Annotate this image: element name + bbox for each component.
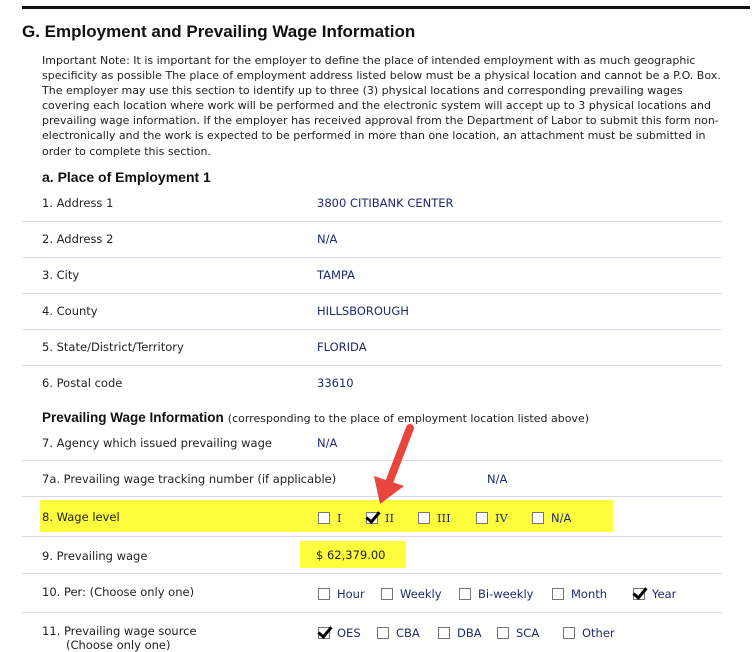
option-label: II: [385, 511, 395, 525]
per-option-hour[interactable]: Hour: [318, 587, 365, 601]
source-option-cba[interactable]: CBA: [377, 626, 420, 640]
checkbox[interactable]: [438, 627, 450, 639]
option-label: Bi-weekly: [478, 587, 534, 601]
state-value: FLORIDA: [317, 340, 367, 354]
option-label: CBA: [396, 626, 420, 640]
prevailing-wage-title: Prevailing Wage Information (correspondin…: [42, 410, 589, 425]
checkbox[interactable]: [497, 627, 509, 639]
checkbox[interactable]: [476, 512, 488, 524]
prevailing-wage-heading: Prevailing Wage Information: [42, 410, 224, 425]
option-label: SCA: [516, 626, 540, 640]
prevailing-wage-label: 9. Prevailing wage: [42, 549, 148, 563]
wage-level-option-i[interactable]: I: [318, 511, 342, 525]
source-option-sca[interactable]: SCA: [497, 626, 539, 640]
city-label: 3. City: [42, 268, 80, 282]
state-row: 5. State/District/Territory FLORIDA: [22, 329, 722, 366]
source-option-other[interactable]: Other: [563, 626, 615, 640]
checkbox[interactable]: [381, 588, 393, 600]
option-label: Weekly: [400, 587, 442, 601]
checkbox-checked[interactable]: [633, 588, 645, 600]
address2-value: N/A: [317, 232, 338, 246]
address2-row: 2. Address 2 N/A: [22, 221, 722, 258]
checkbox[interactable]: [532, 512, 544, 524]
per-option-weekly[interactable]: Weekly: [381, 587, 442, 601]
wage-level-option-ii[interactable]: II: [366, 511, 394, 525]
place-of-employment-title: a. Place of Employment 1: [42, 169, 211, 185]
postal-row: 6. Postal code 33610: [22, 365, 722, 401]
checkbox[interactable]: [418, 512, 430, 524]
option-label: Month: [571, 587, 608, 601]
per-option-biweekly[interactable]: Bi-weekly: [459, 587, 533, 601]
state-label: 5. State/District/Territory: [42, 340, 184, 354]
county-row: 4. County HILLSBOROUGH: [22, 293, 722, 330]
option-label: IV: [495, 511, 508, 525]
red-arrow-icon: [374, 424, 414, 504]
option-label: I: [337, 511, 342, 525]
per-row: 10. Per: (Choose only one) Hour Weekly B…: [22, 574, 722, 613]
postal-value: 33610: [317, 376, 354, 390]
address1-label: 1. Address 1: [42, 196, 114, 210]
option-label: DBA: [457, 626, 482, 640]
per-label: 10. Per: (Choose only one): [42, 585, 195, 599]
source-row: 11. Prevailing wage source (Choose only …: [22, 613, 722, 652]
checkbox[interactable]: [318, 588, 330, 600]
postal-label: 6. Postal code: [42, 376, 123, 390]
source-label-note: (Choose only one): [66, 638, 171, 652]
important-note: Important Note: It is important for the …: [42, 54, 721, 158]
prevailing-wage-value: $ 62,379.00: [316, 548, 386, 562]
source-option-dba[interactable]: DBA: [438, 626, 482, 640]
address1-value: 3800 CITIBANK CENTER: [317, 196, 454, 210]
tracking-label: 7a. Prevailing wage tracking number (if …: [42, 472, 337, 486]
per-option-month[interactable]: Month: [552, 587, 607, 601]
checkbox-checked[interactable]: [318, 627, 330, 639]
wage-level-option-iv[interactable]: IV: [476, 511, 508, 525]
wage-level-label: 8. Wage level: [42, 510, 120, 524]
address1-row: 1. Address 1 3800 CITIBANK CENTER: [22, 185, 722, 222]
checkbox[interactable]: [563, 627, 575, 639]
checkbox[interactable]: [377, 627, 389, 639]
option-label: III: [437, 511, 451, 525]
county-value: HILLSBOROUGH: [317, 304, 409, 318]
agency-value: N/A: [317, 436, 338, 450]
option-label: Year: [652, 587, 677, 601]
address2-label: 2. Address 2: [42, 232, 114, 246]
wage-level-option-iii[interactable]: III: [418, 511, 451, 525]
source-option-oes[interactable]: OES: [318, 626, 361, 640]
tracking-value: N/A: [487, 472, 508, 486]
option-label: Hour: [337, 587, 365, 601]
city-row: 3. City TAMPA: [22, 257, 722, 294]
checkbox-checked[interactable]: [366, 512, 378, 524]
agency-label: 7. Agency which issued prevailing wage: [42, 436, 272, 450]
option-label: OES: [337, 626, 361, 640]
checkbox[interactable]: [318, 512, 330, 524]
top-divider: [22, 6, 750, 9]
checkbox[interactable]: [552, 588, 564, 600]
option-label: Other: [582, 626, 615, 640]
section-title: G. Employment and Prevailing Wage Inform…: [22, 22, 416, 41]
prevailing-wage-row: 9. Prevailing wage $ 62,379.00: [22, 537, 722, 574]
option-label: N/A: [551, 511, 572, 525]
source-label: 11. Prevailing wage source: [42, 624, 197, 638]
city-value: TAMPA: [317, 268, 355, 282]
per-option-year[interactable]: Year: [633, 587, 676, 601]
wage-level-option-na[interactable]: N/A: [532, 511, 571, 525]
checkbox[interactable]: [459, 588, 471, 600]
county-label: 4. County: [42, 304, 98, 318]
